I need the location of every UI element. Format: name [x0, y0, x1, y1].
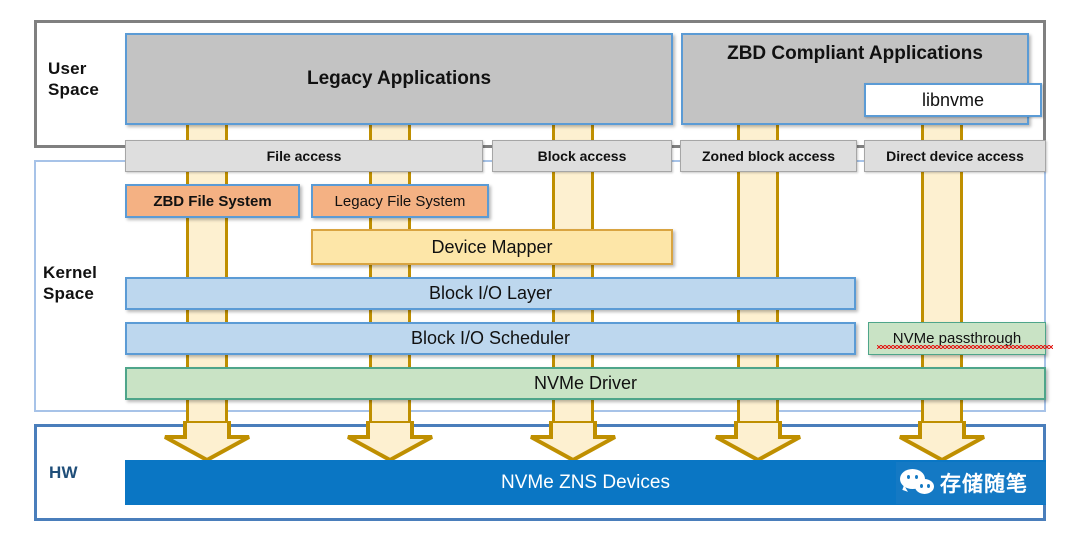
legacy-file-system-box[interactable]: Legacy File System	[311, 184, 489, 218]
down-arrow-icon	[347, 419, 433, 463]
wechat-eye-4	[927, 484, 930, 488]
access-bar-file-access[interactable]: File access	[125, 140, 483, 172]
down-arrow-icon	[164, 419, 250, 463]
access-bar-direct-device-access-label: Direct device access	[886, 148, 1024, 164]
libnvme-label: libnvme	[921, 89, 985, 110]
down-arrow-icon	[715, 419, 801, 463]
device-mapper-box[interactable]: Device Mapper	[311, 229, 673, 265]
wechat-eye-3	[920, 484, 923, 488]
legacy-applications-label: Legacy Applications	[306, 68, 492, 89]
block-io-scheduler-label: Block I/O Scheduler	[410, 328, 571, 348]
access-bar-zoned-block-access[interactable]: Zoned block access	[680, 140, 857, 172]
device-mapper-label: Device Mapper	[431, 236, 553, 257]
nvme-passthrough-label: NVMe passthrough	[892, 330, 1022, 347]
nvme-driver-box[interactable]: NVMe Driver	[125, 367, 1046, 400]
user-space-label-line2: Space	[48, 80, 100, 99]
down-arrow-icon	[530, 419, 616, 463]
user-space-label: User Space	[48, 58, 128, 100]
access-bar-zoned-block-access-label: Zoned block access	[701, 148, 836, 164]
hardware-label-text: HW	[49, 463, 78, 482]
arrow-to-device-2	[346, 419, 434, 463]
arrow-to-device-4	[714, 419, 802, 463]
nvme-passthrough-box[interactable]: NVMe passthrough	[868, 322, 1053, 355]
legacy-applications-box[interactable]: Legacy Applications	[125, 33, 673, 125]
wechat-eye-1	[907, 475, 910, 479]
zbd-file-system-box[interactable]: ZBD File System	[125, 184, 300, 218]
user-space-label-line1: User	[48, 59, 87, 78]
wechat-eye-2	[915, 475, 918, 479]
hardware-label: HW	[49, 462, 109, 483]
down-arrow-icon	[899, 419, 985, 463]
arrow-to-device-1	[163, 419, 251, 463]
block-io-layer-label: Block I/O Layer	[428, 283, 553, 303]
wechat-watermark: 存储随笔	[896, 462, 1046, 504]
wechat-bubble-tail	[902, 485, 910, 492]
kernel-space-label-line1: Kernel	[43, 263, 98, 282]
block-io-layer-box[interactable]: Block I/O Layer	[125, 277, 856, 310]
arrow-to-device-5	[898, 419, 986, 463]
wechat-bubble-small	[915, 479, 934, 494]
access-bar-block-access-label: Block access	[537, 148, 627, 164]
zbd-compliant-applications-label: ZBD Compliant Applications	[727, 43, 983, 64]
access-bar-direct-device-access[interactable]: Direct device access	[864, 140, 1046, 172]
access-bar-file-access-label: File access	[266, 148, 342, 164]
diagram-canvas: User Space Kernel Space HW Legacy Applic…	[0, 0, 1080, 541]
zbd-file-system-label: ZBD File System	[153, 192, 272, 210]
kernel-space-label-line2: Space	[43, 284, 95, 303]
libnvme-box[interactable]: libnvme	[864, 83, 1042, 117]
access-bar-block-access[interactable]: Block access	[492, 140, 672, 172]
legacy-file-system-label: Legacy File System	[334, 192, 466, 210]
kernel-space-label: Kernel Space	[43, 262, 133, 304]
wechat-icon	[900, 468, 940, 498]
block-io-scheduler-box[interactable]: Block I/O Scheduler	[125, 322, 856, 355]
arrow-to-device-3	[529, 419, 617, 463]
wechat-watermark-text: 存储随笔	[940, 472, 1028, 496]
nvme-driver-label: NVMe Driver	[533, 373, 637, 393]
